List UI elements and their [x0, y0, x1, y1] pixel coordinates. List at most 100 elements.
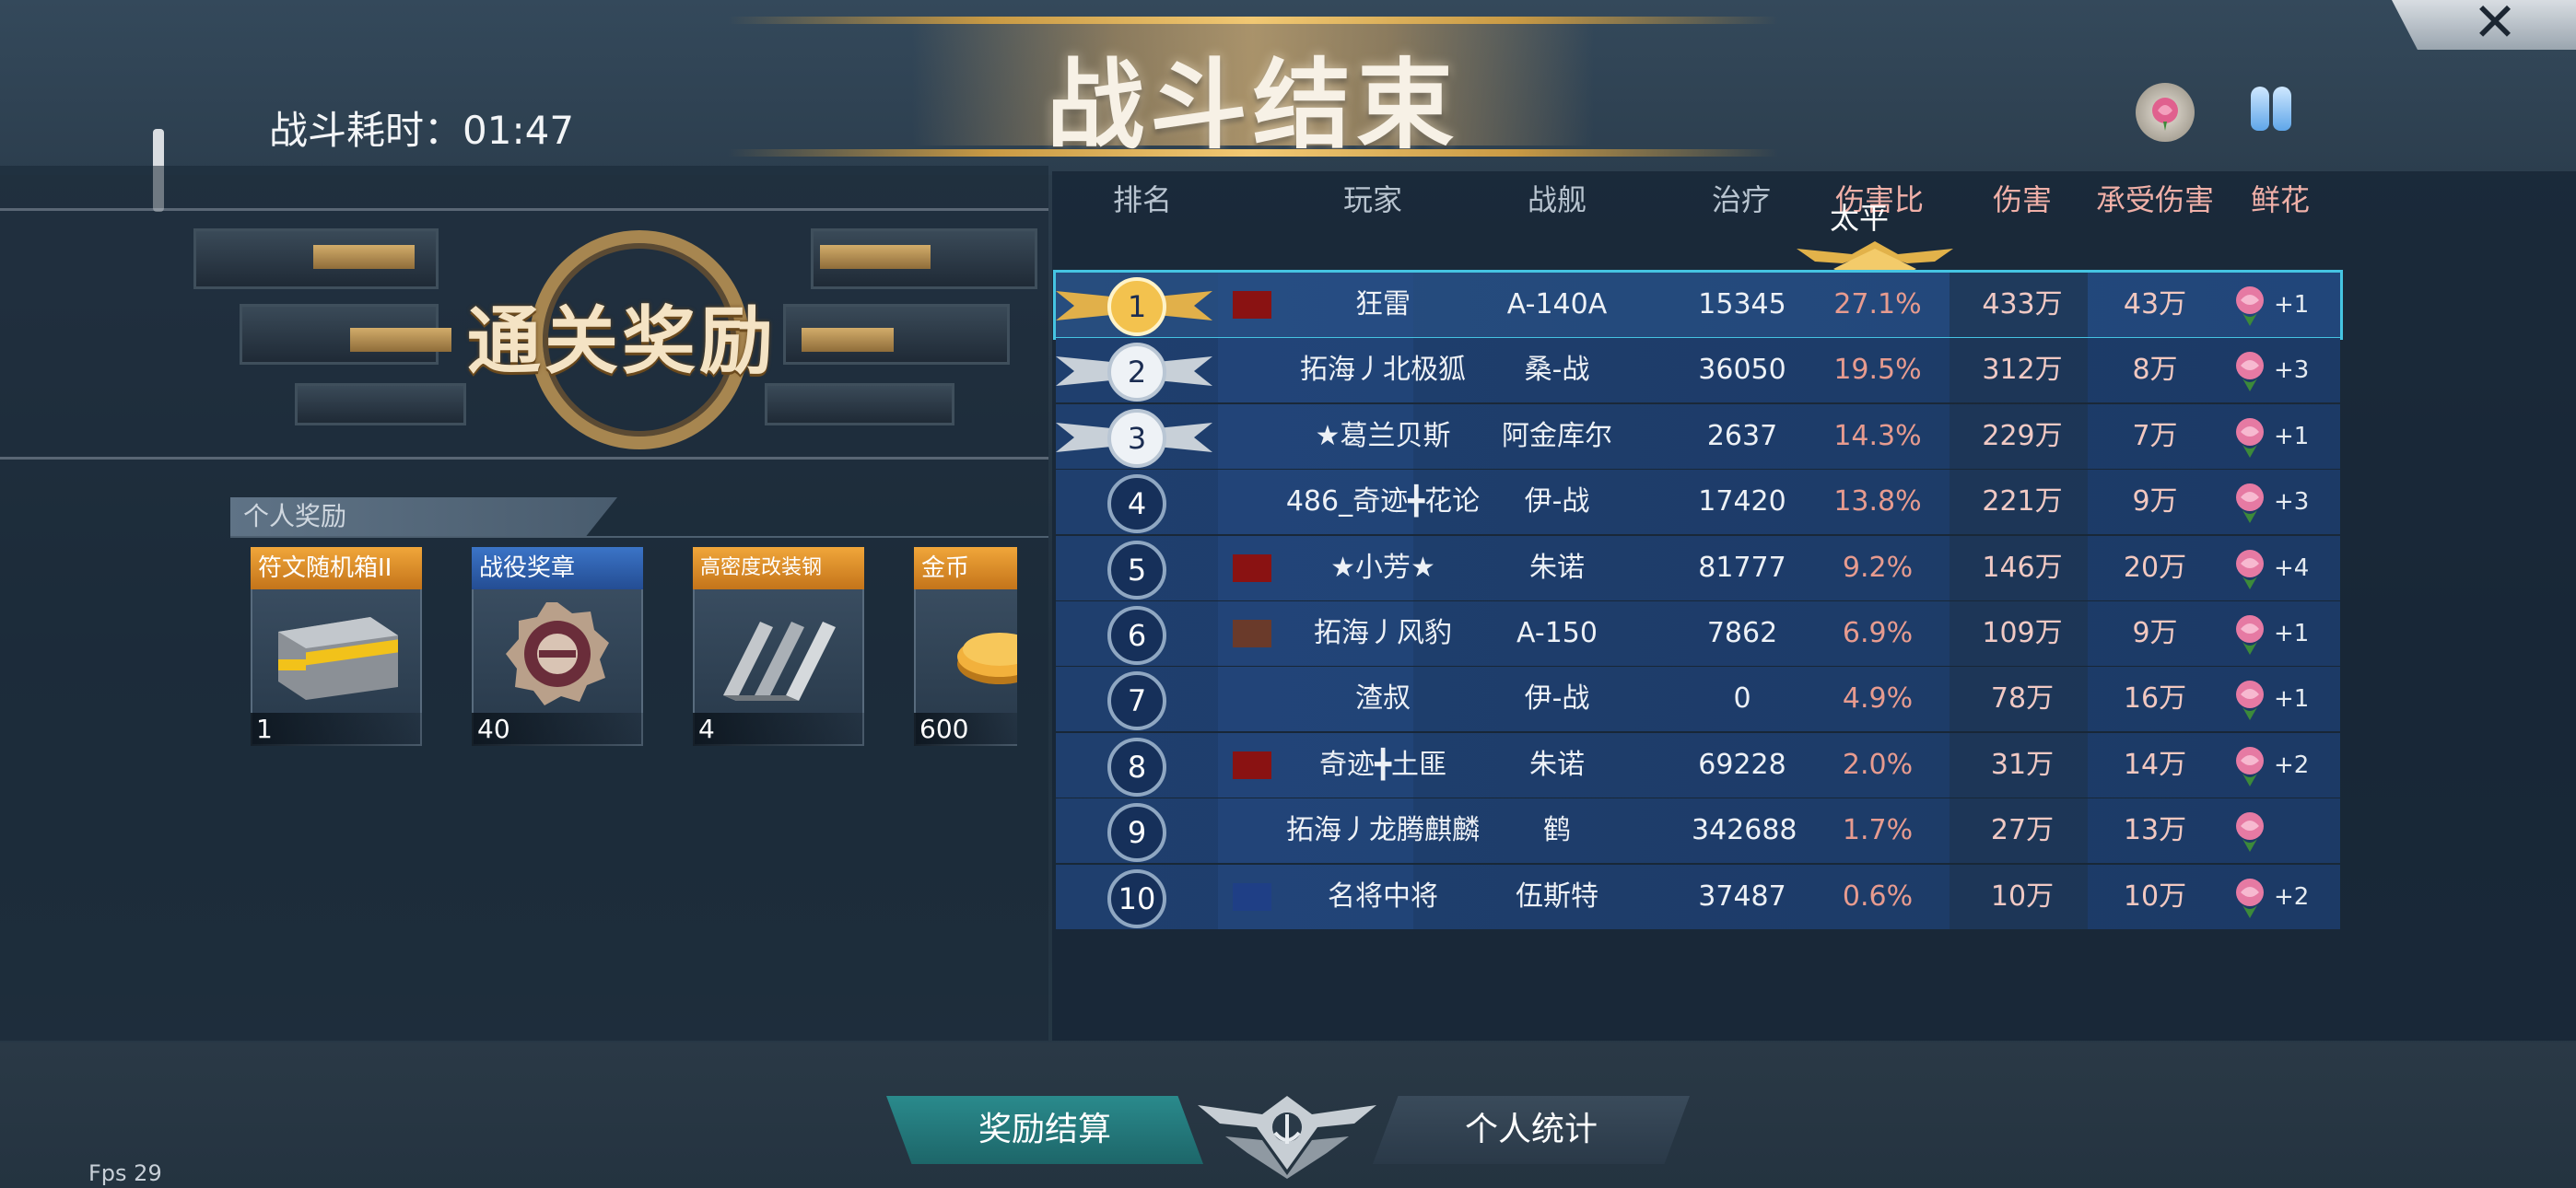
ship-name: 朱诺	[1529, 551, 1585, 584]
damage-value: 27万	[1990, 814, 2055, 847]
damage-ratio: 13.8%	[1833, 485, 1922, 518]
crate-icon	[269, 600, 404, 709]
damage-value: 221万	[1982, 485, 2063, 518]
ship-name: A-150	[1516, 617, 1598, 649]
flower-count: +2	[2274, 751, 2310, 779]
rank-badge: 9	[1107, 803, 1166, 863]
item-count: 40	[472, 713, 643, 746]
table-row[interactable]: 7 渣叔 伊-战 0 4.9% 78万 16万 +1	[1056, 667, 2340, 732]
taken-damage-value: 43万	[2123, 288, 2187, 320]
banner-bar	[295, 383, 466, 425]
item-name: 金币	[914, 547, 1017, 589]
damage-ratio: 19.5%	[1833, 354, 1922, 387]
rose-button[interactable]	[2136, 83, 2195, 142]
damage-value: 312万	[1982, 354, 2063, 387]
flower-count: +1	[2274, 620, 2310, 647]
table-row[interactable]: 4 486_奇迹╋花论 伊-战 17420 13.8% 221万 9万 +3	[1056, 470, 2340, 535]
table-row[interactable]: 10 名将中将 伍斯特 37487 0.6% 10万 10万 +2	[1056, 864, 2340, 929]
damage-ratio: 14.3%	[1833, 419, 1922, 452]
damage-ratio: 27.1%	[1833, 288, 1922, 320]
table-row[interactable]: 3 ★葛兰贝斯 阿金库尔 2637 14.3% 229万 7万 +1	[1056, 403, 2340, 469]
rank-badge: 4	[1107, 474, 1166, 534]
damage-ratio: 0.6%	[1842, 879, 1914, 913]
damage-value: 31万	[1990, 748, 2055, 781]
reward-item[interactable]: 高密度改装钢 4	[693, 547, 864, 746]
flower-count: +1	[2274, 291, 2310, 319]
rank-badge: 5	[1107, 540, 1166, 600]
damage-value: 146万	[1982, 551, 2063, 584]
header-damage: 伤害	[1992, 182, 2052, 217]
fps-counter: Fps 29	[88, 1160, 162, 1186]
taken-damage-value: 20万	[2123, 551, 2187, 584]
clear-reward-title: 通关奖励	[467, 298, 777, 384]
damage-value: 78万	[1990, 682, 2055, 716]
damage-value: 433万	[1982, 288, 2063, 320]
heal-value: 69228	[1698, 748, 1786, 781]
title-line-bottom	[728, 149, 1778, 157]
player-name: 名将中将	[1328, 879, 1438, 913]
item-count: 600	[914, 713, 1017, 746]
player-name: 486_奇迹╋花论	[1285, 485, 1481, 518]
flower-count: +1	[2274, 422, 2310, 450]
player-name: 拓海丿龙腾麒麟	[1286, 814, 1480, 847]
header-rank: 排名	[1112, 182, 1172, 217]
heal-value: 81777	[1698, 551, 1786, 584]
table-row[interactable]: 2 拓海丿北极狐 桑-战 36050 19.5% 312万 8万 +3	[1056, 338, 2340, 403]
rose-icon[interactable]	[2230, 284, 2270, 328]
heal-value: 15345	[1698, 288, 1786, 320]
rose-icon[interactable]	[2230, 876, 2270, 920]
damage-value: 229万	[1982, 419, 2063, 452]
heal-value: 36050	[1698, 354, 1786, 387]
table-row[interactable]: 1 狂雷 A-140A 15345 27.1% 433万 43万 +1	[1053, 270, 2343, 340]
divider-top	[0, 208, 1048, 211]
title-line-top	[728, 17, 1778, 24]
taken-damage-value: 9万	[2132, 617, 2178, 649]
top-damage-label: 太平	[1830, 201, 1890, 236]
table-row[interactable]: 6 拓海丿风豹 A-150 7862 6.9% 109万 9万 +1	[1056, 601, 2340, 666]
heal-value: 37487	[1698, 879, 1786, 913]
rose-icon[interactable]	[2230, 481, 2270, 525]
header-player: 玩家	[1342, 182, 1402, 217]
header-taken: 承受伤害	[2095, 182, 2214, 217]
anchor-wings-emblem	[1198, 1096, 1376, 1179]
taken-damage-value: 8万	[2132, 354, 2178, 387]
heal-value: 17420	[1698, 485, 1786, 518]
ship-name: 桑-战	[1524, 354, 1590, 387]
player-name: 拓海丿北极狐	[1300, 354, 1466, 387]
rose-icon[interactable]	[2230, 809, 2270, 854]
header-ship: 战舰	[1527, 182, 1587, 217]
table-row[interactable]: 8 奇迹╋土匪 朱诺 69228 2.0% 31万 14万 +2	[1056, 732, 2340, 798]
reward-item[interactable]: 符文随机箱II 1	[251, 547, 422, 746]
reward-item[interactable]: 战役奖章 40	[472, 547, 643, 746]
taken-damage-value: 10万	[2123, 879, 2187, 913]
reward-settlement-tab[interactable]: 奖励结算	[886, 1096, 1203, 1164]
player-name: 拓海丿风豹	[1314, 617, 1452, 649]
table-row[interactable]: 5 ★小芳★ 朱诺 81777 9.2% 146万 20万 +4	[1056, 535, 2340, 600]
divider-bottom	[0, 457, 1048, 460]
flipflops-icon[interactable]	[2248, 87, 2294, 136]
item-name: 高密度改装钢	[693, 547, 864, 589]
table-row[interactable]: 9 拓海丿龙腾麒麟 鹤 342688 1.7% 27万 13万	[1056, 798, 2340, 864]
flower-count: +3	[2274, 488, 2310, 517]
rank-badge: 7	[1107, 671, 1166, 731]
heal-value: 7862	[1706, 617, 1778, 649]
item-name: 战役奖章	[472, 547, 643, 589]
ship-name: 伍斯特	[1516, 879, 1598, 913]
rose-icon[interactable]	[2230, 415, 2270, 460]
flower-count: +3	[2274, 356, 2310, 385]
reward-item[interactable]: 金币 600	[914, 547, 1017, 746]
steel-icon	[711, 600, 846, 709]
rose-icon[interactable]	[2230, 678, 2270, 722]
rose-icon[interactable]	[2230, 744, 2270, 788]
rank-badge: 8	[1107, 737, 1166, 797]
title-banner: 战斗结束	[636, 13, 1870, 162]
rose-icon[interactable]	[2230, 349, 2270, 393]
rose-icon[interactable]	[2230, 612, 2270, 657]
taken-damage-value: 14万	[2123, 748, 2187, 781]
rose-icon[interactable]	[2230, 547, 2270, 591]
personal-stats-tab[interactable]: 个人统计	[1373, 1096, 1690, 1164]
rank-badge: 10	[1107, 868, 1166, 928]
close-icon[interactable]: ✕	[2414, 0, 2576, 49]
personal-reward-label: 个人奖励	[230, 497, 617, 536]
damage-ratio: 9.2%	[1842, 551, 1914, 584]
